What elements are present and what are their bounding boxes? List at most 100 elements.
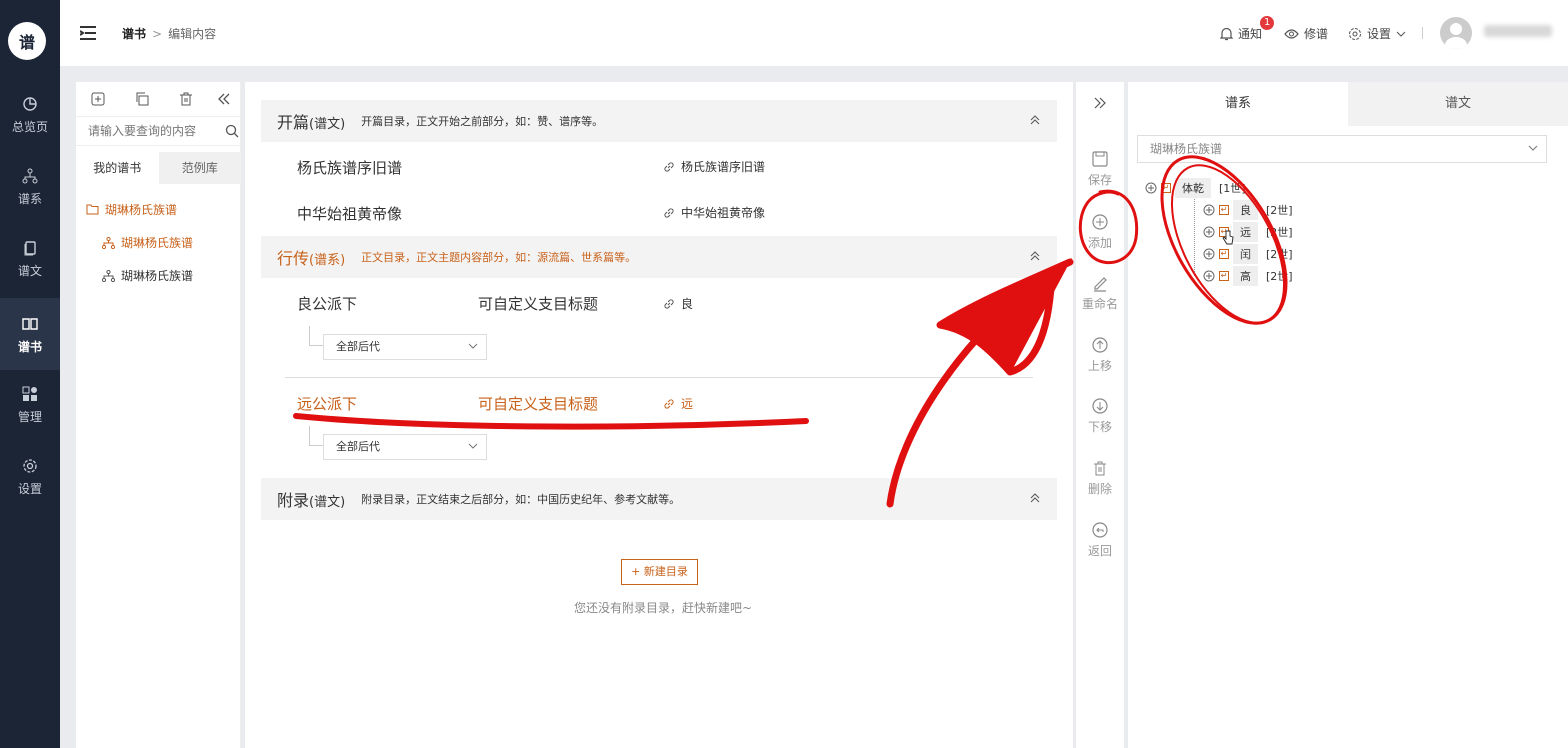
section-opening-header[interactable]: 开篇(谱文) 开篇目录，正文开始之前部分，如：赞、谱序等。 xyxy=(261,100,1057,142)
trash-icon[interactable] xyxy=(178,91,194,107)
move-up-button[interactable]: 上移 xyxy=(1076,336,1124,374)
collapse-left-icon[interactable] xyxy=(216,91,232,107)
lineage-node-root[interactable]: ↵ 体乾 [1世] xyxy=(1145,178,1246,198)
link-icon xyxy=(664,298,674,309)
username-blurred[interactable] xyxy=(1484,25,1552,37)
app-logo[interactable]: 谱 xyxy=(8,22,46,60)
tree-child-book[interactable]: 瑚琳杨氏族谱 xyxy=(102,267,193,284)
tab-my-books[interactable]: 我的谱书 xyxy=(76,152,159,184)
copy-icon[interactable] xyxy=(134,91,150,107)
checkbox-checked[interactable]: ↵ xyxy=(1219,249,1229,259)
chevron-double-up-icon[interactable] xyxy=(1029,114,1041,126)
main-nav: 谱 总览页 谱系 谱文 谱书 管理 设置 xyxy=(0,0,60,748)
entry-link[interactable]: 良 xyxy=(663,295,693,312)
node-generation: [2世] xyxy=(1266,226,1293,239)
node-name[interactable]: 闰 xyxy=(1233,244,1258,264)
tree-icon xyxy=(22,168,38,184)
delete-button[interactable]: 删除 xyxy=(1076,459,1124,497)
section-appendix-header[interactable]: 附录(谱文) 附录目录，正文结束之后部分，如：中国历史纪年、参考文献等。 xyxy=(261,478,1057,520)
node-name[interactable]: 良 xyxy=(1233,200,1258,220)
nav-label: 谱系 xyxy=(17,192,42,206)
search-icon[interactable] xyxy=(225,124,239,138)
chevron-double-up-icon[interactable] xyxy=(1029,250,1041,262)
add-button[interactable]: 添加 xyxy=(1076,213,1124,251)
entry-title[interactable]: 远公派下 xyxy=(297,393,357,414)
lineage-node[interactable]: ↵ 闰 [2世] xyxy=(1203,244,1293,264)
plus-circle-icon[interactable] xyxy=(1203,226,1215,238)
arrow-up-circle-icon xyxy=(1092,337,1108,353)
plus-circle-icon[interactable] xyxy=(1203,248,1215,260)
save-button[interactable]: 保存 xyxy=(1076,150,1124,188)
entry-subtitle[interactable]: 可自定义支目标题 xyxy=(478,393,598,414)
notification-badge: 1 xyxy=(1260,16,1275,30)
plus-circle-icon[interactable] xyxy=(1145,182,1157,194)
node-generation: [1世] xyxy=(1219,182,1246,195)
back-button[interactable]: 返回 xyxy=(1076,521,1124,559)
section-title: 行传(谱系) xyxy=(277,249,346,268)
checkbox-checked[interactable]: ↵ xyxy=(1219,205,1229,215)
entry-link[interactable]: 中华始祖黄帝像 xyxy=(663,204,765,221)
expand-right-icon[interactable] xyxy=(1093,97,1107,109)
tab-lineage[interactable]: 谱系 xyxy=(1128,82,1348,126)
grid-icon xyxy=(22,386,37,401)
entry-title[interactable]: 良公派下 xyxy=(297,293,357,314)
tree-child-book-active[interactable]: 瑚琳杨氏族谱 xyxy=(102,234,193,251)
section-title: 开篇(谱文) xyxy=(277,113,346,132)
tree-guide-line xyxy=(1194,192,1195,276)
checkbox-checked[interactable]: ↵ xyxy=(1161,183,1171,193)
avatar[interactable] xyxy=(1440,17,1472,49)
pencil-icon xyxy=(1094,277,1107,292)
nav-item-manage[interactable]: 管理 xyxy=(0,386,60,458)
entry-link[interactable]: 远 xyxy=(663,395,693,412)
entry-link[interactable]: 杨氏族谱序旧谱 xyxy=(663,158,765,175)
breadcrumb-current: 编辑内容 xyxy=(168,27,217,41)
top-header: 谱书 > 编辑内容 通知 1 修谱 设置 xyxy=(60,0,1568,66)
pie-chart-icon xyxy=(23,97,37,111)
section-biography-header[interactable]: 行传(谱系) 正文目录，正文主题内容部分，如：源流篇、世系篇等。 xyxy=(261,236,1057,278)
checkbox-checked[interactable]: ↵ xyxy=(1219,271,1229,281)
notifications-button[interactable]: 通知 1 xyxy=(1220,16,1275,42)
nav-label: 总览页 xyxy=(11,120,48,134)
lineage-node[interactable]: ↵ 远 [2世] xyxy=(1203,222,1293,242)
menu-collapse-icon[interactable] xyxy=(80,26,96,40)
entry-subtitle[interactable]: 可自定义支目标题 xyxy=(478,293,598,314)
node-name[interactable]: 体乾 xyxy=(1175,178,1211,198)
breadcrumb-root[interactable]: 谱书 xyxy=(122,27,146,41)
chevron-double-up-icon[interactable] xyxy=(1029,492,1041,504)
descendant-scope-select[interactable]: 全部后代 xyxy=(323,434,487,460)
lineage-node[interactable]: ↵ 高 [2世] xyxy=(1203,266,1293,286)
nav-item-books[interactable]: 谱书 xyxy=(0,298,60,370)
plus-circle-icon[interactable] xyxy=(1203,204,1215,216)
lineage-node[interactable]: ↵ 良 [2世] xyxy=(1203,200,1293,220)
chevron-down-icon xyxy=(1396,31,1406,37)
tab-examples[interactable]: 范例库 xyxy=(158,152,241,184)
nav-item-lineage[interactable]: 谱系 xyxy=(0,168,60,240)
move-down-button[interactable]: 下移 xyxy=(1076,397,1124,435)
search-input[interactable] xyxy=(76,117,216,145)
tree-label: 瑚琳杨氏族谱 xyxy=(121,236,194,250)
tree-icon xyxy=(102,236,115,249)
node-name[interactable]: 高 xyxy=(1233,266,1258,286)
tree-connector xyxy=(309,426,323,446)
add-file-icon[interactable] xyxy=(90,91,106,107)
rename-button[interactable]: 重命名 xyxy=(1076,274,1124,312)
tab-text[interactable]: 谱文 xyxy=(1348,82,1568,126)
edit-book-label: 修谱 xyxy=(1304,27,1329,41)
content-editor: 开篇(谱文) 开篇目录，正文开始之前部分，如：赞、谱序等。 杨氏族谱序旧谱 杨氏… xyxy=(245,82,1073,748)
node-name[interactable]: 远 xyxy=(1233,222,1258,242)
tree-icon xyxy=(102,269,115,282)
book-toolbar xyxy=(76,82,240,116)
nav-item-settings[interactable]: 设置 xyxy=(0,458,60,530)
entry-title[interactable]: 杨氏族谱序旧谱 xyxy=(297,157,402,178)
genealogy-select[interactable]: 瑚琳杨氏族谱 xyxy=(1137,135,1547,163)
breadcrumb: 谱书 > 编辑内容 xyxy=(122,27,217,41)
new-catalog-button[interactable]: + 新建目录 xyxy=(621,559,698,585)
entry-title[interactable]: 中华始祖黄帝像 xyxy=(297,203,402,224)
tree-root-book[interactable]: 瑚琳杨氏族谱 xyxy=(86,201,177,218)
bell-icon xyxy=(1220,27,1233,40)
nav-item-overview[interactable]: 总览页 xyxy=(0,96,60,168)
edit-book-button[interactable]: 修谱 xyxy=(1284,25,1328,42)
plus-circle-icon[interactable] xyxy=(1203,270,1215,282)
descendant-scope-select[interactable]: 全部后代 xyxy=(323,334,487,360)
settings-dropdown[interactable]: 设置 xyxy=(1348,25,1406,42)
